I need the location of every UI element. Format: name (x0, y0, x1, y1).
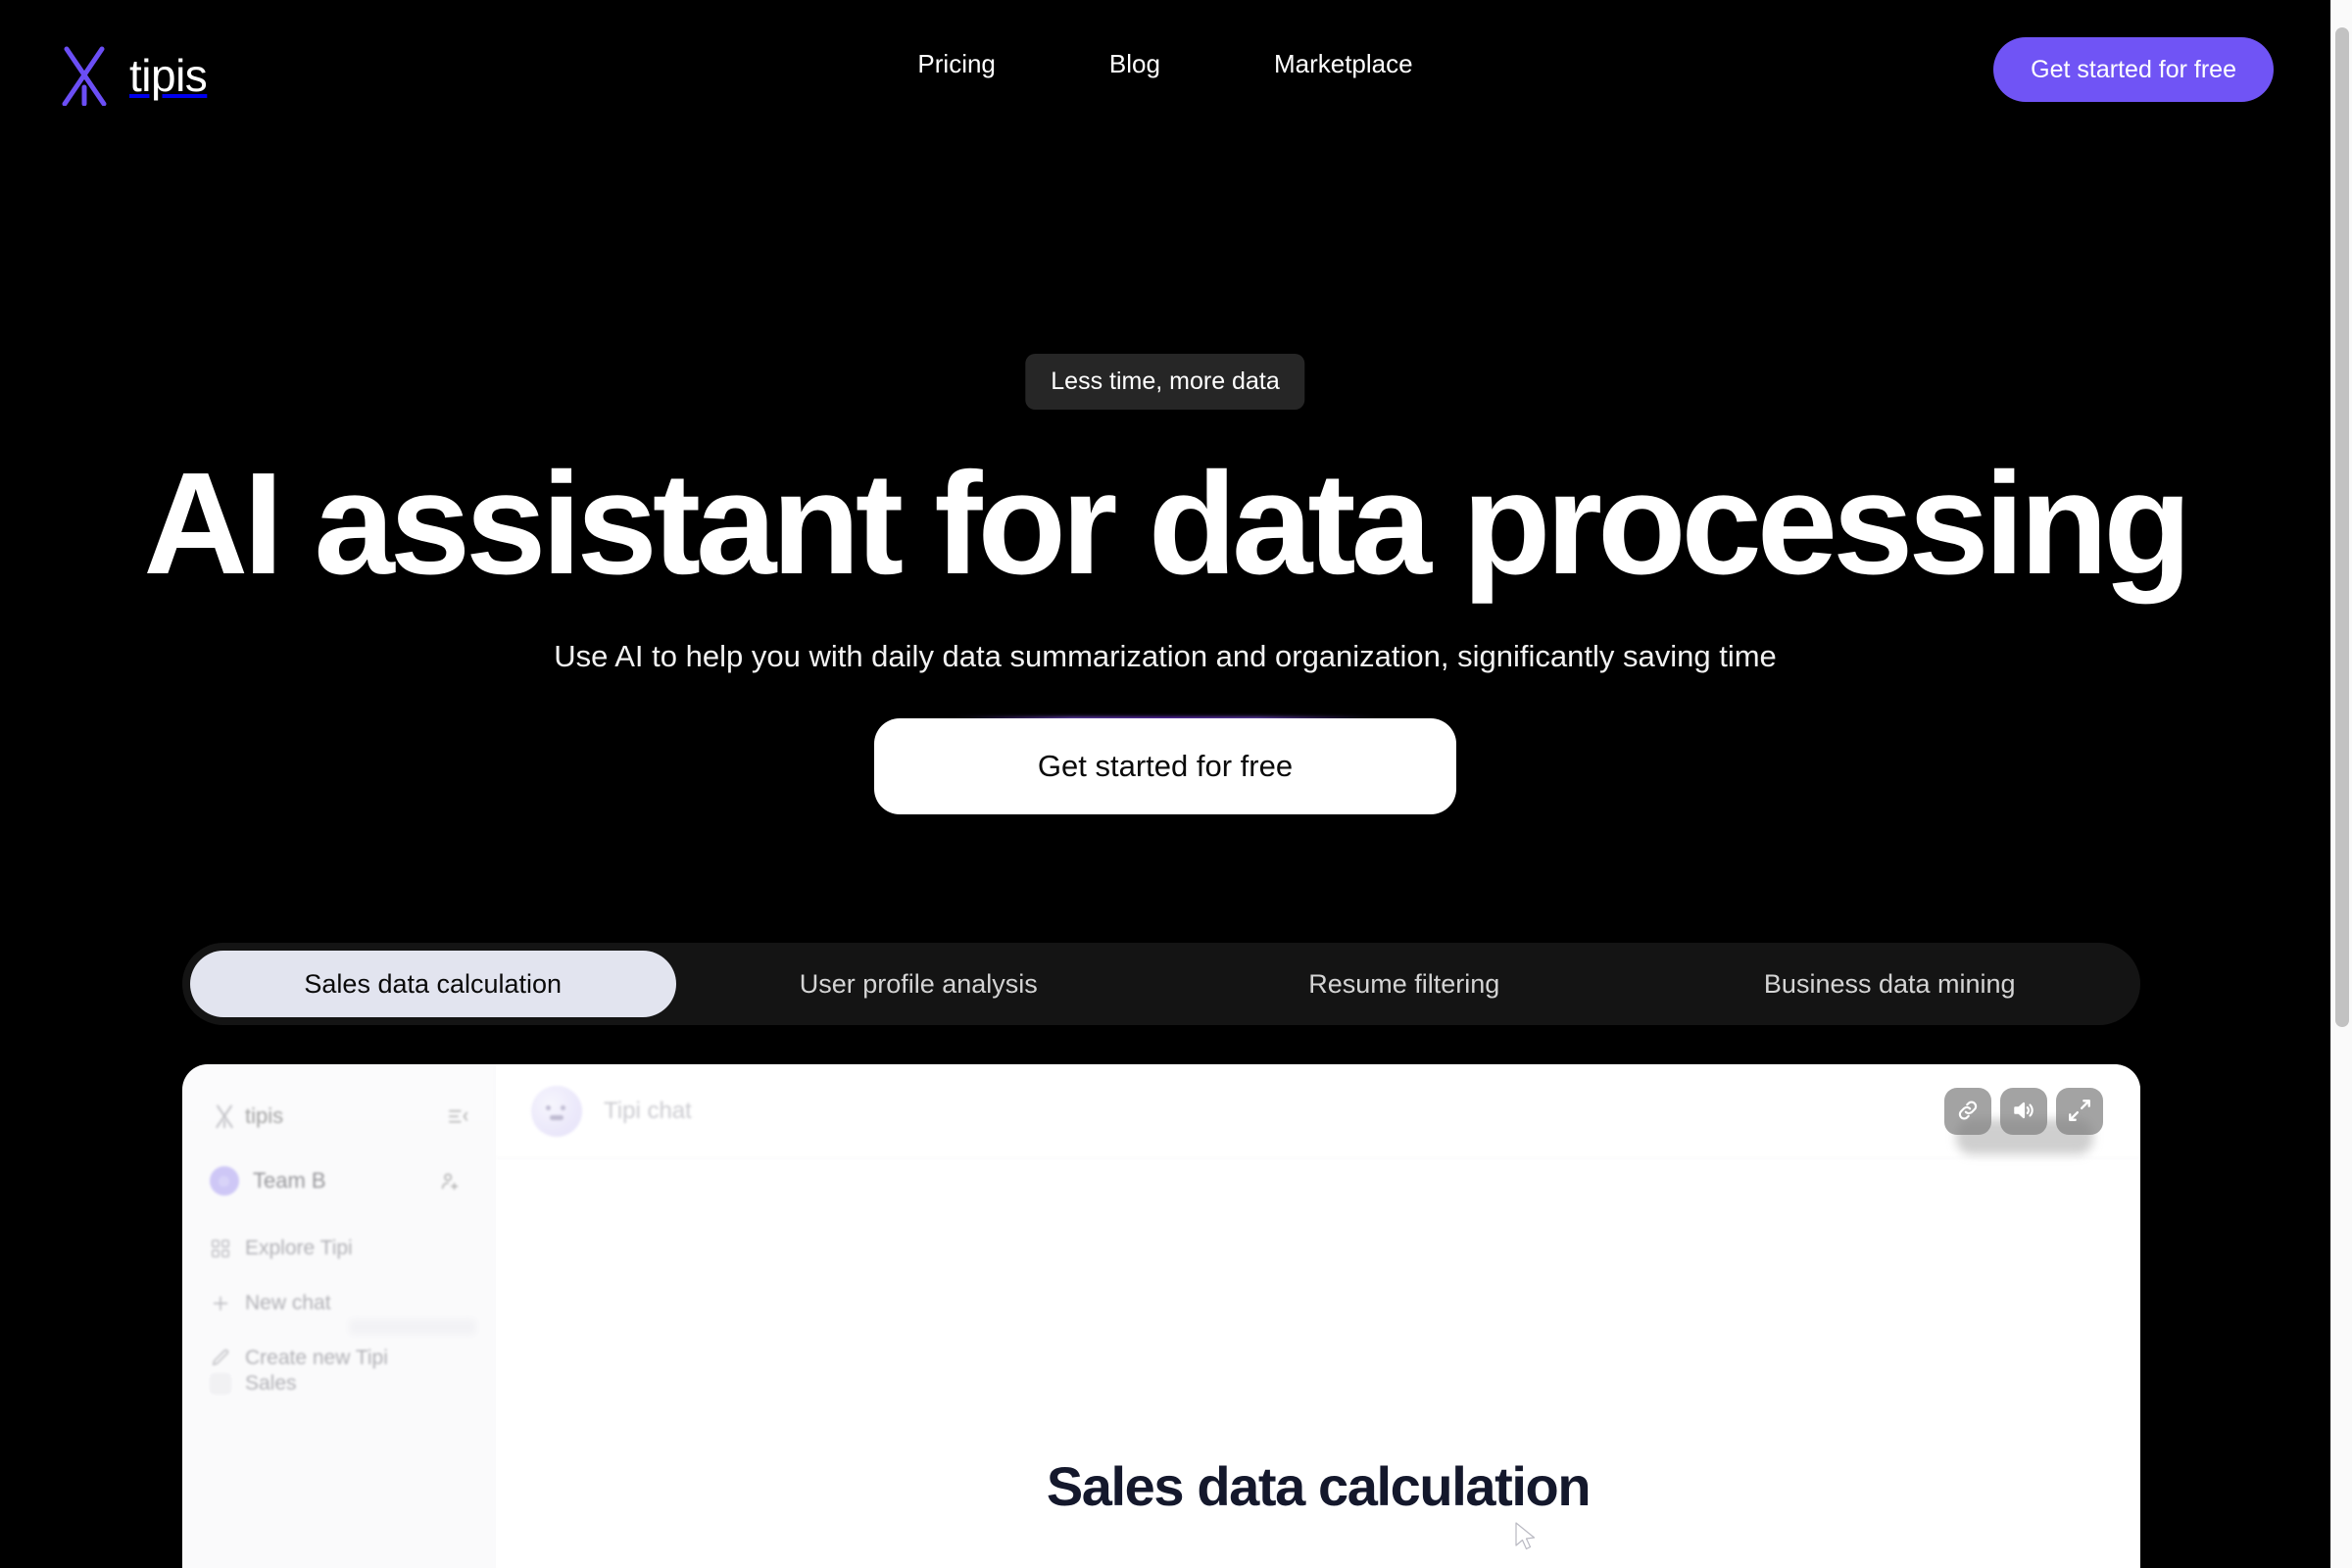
tab-business-data-mining[interactable]: Business data mining (1647, 951, 2133, 1017)
copy-link-button[interactable] (1944, 1088, 1991, 1135)
preview-action-buttons (1944, 1088, 2103, 1135)
link-icon (1955, 1098, 1981, 1126)
nav-link-marketplace[interactable]: Marketplace (1217, 51, 1470, 76)
hero-cta-wrapper: Get started for free (874, 717, 1456, 814)
use-case-tabs: Sales data calculation User profile anal… (182, 943, 2140, 1025)
brand-name: tipis (129, 50, 208, 101)
tipi-logo-icon (214, 1104, 235, 1128)
scrollbar-thumb[interactable] (2335, 27, 2349, 1027)
team-name: Team B (253, 1168, 326, 1193)
nav-link-blog[interactable]: Blog (1053, 51, 1217, 76)
add-member-icon[interactable] (439, 1170, 461, 1192)
tab-user-profile-analysis[interactable]: User profile analysis (676, 951, 1162, 1017)
sidebar-item-label: Sales (245, 1372, 297, 1395)
tipi-logo-icon (57, 45, 112, 106)
nav-links: Pricing Blog Marketplace (860, 51, 1469, 76)
hero-badge: Less time, more data (1025, 354, 1305, 410)
preview-sidebar-brand-name: tipis (245, 1103, 284, 1128)
nav-link-pricing[interactable]: Pricing (860, 51, 1052, 76)
fullscreen-button[interactable] (2056, 1088, 2103, 1135)
page-scroll-region: tipis Pricing Blog Marketplace Get start… (0, 0, 2330, 1568)
folder-icon (210, 1373, 231, 1395)
page-scrollbar[interactable] (2330, 0, 2352, 1568)
sidebar-item-new-chat[interactable]: New chat (210, 1284, 468, 1323)
preview-chat-header: Tipi chat (496, 1064, 2140, 1158)
preview-chat-title: Tipi chat (604, 1097, 692, 1124)
preview-sidebar: tipis Team B Explore Tipi New chat Creat… (182, 1064, 496, 1568)
preview-main: Tipi chat Sales data calculation (496, 1064, 2140, 1568)
hero-title: AI assistant for data processing (143, 443, 2191, 605)
sidebar-item-sales[interactable]: Sales (210, 1364, 468, 1403)
preview-sidebar-brand[interactable]: tipis (214, 1103, 283, 1129)
tab-resume-filtering[interactable]: Resume filtering (1161, 951, 1647, 1017)
sidebar-item-label: Explore Tipi (245, 1237, 353, 1259)
sidebar-placeholder-label (349, 1319, 476, 1335)
hero-subtitle: Use AI to help you with daily data summa… (554, 639, 1777, 673)
speaker-icon (2011, 1098, 2036, 1126)
volume-button[interactable] (2000, 1088, 2047, 1135)
tab-sales-data-calculation[interactable]: Sales data calculation (190, 951, 676, 1017)
plus-icon (210, 1293, 231, 1314)
sidebar-collapse-icon[interactable] (448, 1107, 469, 1125)
hero-get-started-button[interactable]: Get started for free (874, 718, 1456, 814)
nav-get-started-button[interactable]: Get started for free (1993, 37, 2274, 102)
grid-icon (210, 1238, 231, 1259)
team-avatar (210, 1166, 239, 1196)
sidebar-item-explore-tipi[interactable]: Explore Tipi (210, 1229, 468, 1268)
top-navigation-bar: tipis Pricing Blog Marketplace Get start… (0, 0, 2330, 157)
tipi-avatar (531, 1085, 582, 1137)
brand-logo[interactable]: tipis (57, 45, 208, 106)
sidebar-item-label: New chat (245, 1292, 331, 1314)
app-preview-panel: tipis Team B Explore Tipi New chat Creat… (182, 1064, 2140, 1568)
preview-team-row[interactable]: Team B (210, 1158, 468, 1203)
expand-icon (2067, 1098, 2092, 1126)
preview-document-title: Sales data calculation (1046, 1455, 1592, 1517)
